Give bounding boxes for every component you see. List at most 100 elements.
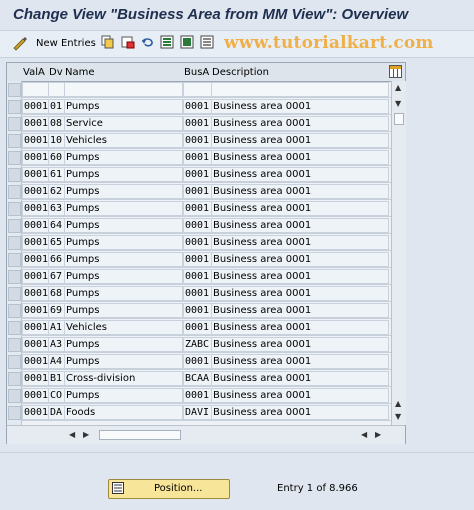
scroll-up-icon[interactable]: ▲ [395, 83, 401, 92]
display-change-icon[interactable] [12, 35, 28, 51]
table-cell[interactable]: 0001 [24, 251, 48, 268]
table-cell[interactable]: 0001 [24, 183, 48, 200]
table-cell[interactable] [24, 81, 48, 98]
position-button[interactable]: Position... [108, 479, 230, 499]
table-row[interactable]: 0001 64 Pumps 0001 Business area 0001 [7, 217, 391, 234]
row-selector[interactable] [8, 270, 21, 284]
table-row[interactable]: 0001 63 Pumps 0001 Business area 0001 [7, 200, 391, 217]
table-cell[interactable]: Pumps [66, 183, 182, 200]
table-cell[interactable]: 0001 [185, 285, 211, 302]
table-cell[interactable]: 61 [50, 166, 64, 183]
table-cell[interactable]: 0001 [185, 387, 211, 404]
table-cell[interactable]: Business area 0001 [213, 200, 387, 217]
row-selector[interactable] [8, 338, 21, 352]
table-row[interactable]: 0001 60 Pumps 0001 Business area 0001 [7, 149, 391, 166]
row-selector[interactable] [8, 389, 21, 403]
table-cell[interactable]: Pumps [66, 200, 182, 217]
table-cell[interactable]: 0001 [24, 387, 48, 404]
row-selector[interactable] [8, 185, 21, 199]
table-cell[interactable]: 0001 [24, 166, 48, 183]
table-cell[interactable]: 67 [50, 268, 64, 285]
table-cell[interactable]: Pumps [66, 387, 182, 404]
new-entries-button[interactable]: New Entries [36, 38, 96, 49]
table-row[interactable]: 0001 01 Pumps 0001 Business area 0001 [7, 98, 391, 115]
table-row[interactable]: 0001 A3 Pumps ZABC Business area 0001 [7, 336, 391, 353]
table-row[interactable]: 0001 61 Pumps 0001 Business area 0001 [7, 166, 391, 183]
row-selector[interactable] [8, 168, 21, 182]
table-cell[interactable]: 0001 [185, 166, 211, 183]
column-header-dv[interactable]: Dv [49, 67, 63, 78]
table-row[interactable]: 0001 DA Foods DAVI Business area 0001 [7, 404, 391, 421]
table-cell[interactable]: 0001 [185, 98, 211, 115]
table-cell[interactable]: 64 [50, 217, 64, 234]
table-cell[interactable]: Foods [66, 404, 182, 421]
table-cell[interactable]: 0001 [185, 251, 211, 268]
row-selector[interactable] [8, 117, 21, 131]
copy-as-icon[interactable] [101, 35, 115, 51]
table-cell[interactable]: Business area 0001 [213, 268, 387, 285]
table-cell[interactable]: 60 [50, 149, 64, 166]
table-cell[interactable]: 0001 [185, 234, 211, 251]
table-cell[interactable]: 0001 [185, 149, 211, 166]
row-selector[interactable] [8, 151, 21, 165]
table-cell[interactable]: 0001 [24, 234, 48, 251]
table-cell[interactable]: 0001 [24, 132, 48, 149]
row-selector[interactable] [8, 355, 21, 369]
table-cell[interactable] [50, 81, 64, 98]
table-cell[interactable]: 0001 [185, 132, 211, 149]
table-cell[interactable]: 0001 [185, 353, 211, 370]
table-cell[interactable]: 63 [50, 200, 64, 217]
table-cell[interactable]: Business area 0001 [213, 404, 387, 421]
table-cell[interactable]: 0001 [185, 268, 211, 285]
table-cell[interactable]: Business area 0001 [213, 166, 387, 183]
vertical-scrollbar[interactable]: ▲ ▼ ▲ ▼ [391, 81, 406, 425]
table-cell[interactable]: Business area 0001 [213, 302, 387, 319]
column-header-vala[interactable]: ValA [23, 67, 45, 78]
table-row[interactable]: 0001 08 Service 0001 Business area 0001 [7, 115, 391, 132]
table-cell[interactable]: Business area 0001 [213, 336, 387, 353]
table-row[interactable]: 0001 67 Pumps 0001 Business area 0001 [7, 268, 391, 285]
table-cell[interactable]: Pumps [66, 217, 182, 234]
table-row[interactable]: 0001 A4 Pumps 0001 Business area 0001 [7, 353, 391, 370]
table-cell[interactable]: DAVI [185, 404, 211, 421]
scroll-right-end-icon[interactable]: ▶ [375, 430, 381, 439]
table-cell[interactable]: Pumps [66, 166, 182, 183]
table-cell[interactable]: Pumps [66, 98, 182, 115]
table-row[interactable]: 0001 B1 Cross-division BCAA Business area 00… [7, 370, 391, 387]
table-row[interactable]: 0001 A1 Vehicles 0001 Business area 0001 [7, 319, 391, 336]
table-cell[interactable]: 0001 [24, 302, 48, 319]
deselect-all-icon[interactable] [200, 35, 214, 51]
table-row[interactable]: 0001 10 Vehicles 0001 Business area 0001 [7, 132, 391, 149]
table-cell[interactable]: Pumps [66, 353, 182, 370]
table-row-empty[interactable] [7, 81, 391, 98]
table-cell[interactable]: Vehicles [66, 319, 182, 336]
table-cell[interactable]: 0001 [24, 404, 48, 421]
table-cell[interactable]: Business area 0001 [213, 387, 387, 404]
row-selector[interactable] [8, 253, 21, 267]
table-cell[interactable]: 0001 [24, 353, 48, 370]
delete-icon[interactable] [121, 35, 135, 51]
select-block-icon[interactable] [180, 35, 194, 51]
table-cell[interactable]: Business area 0001 [213, 370, 387, 387]
table-cell[interactable]: Business area 0001 [213, 353, 387, 370]
table-cell[interactable]: DA [50, 404, 64, 421]
table-cell[interactable]: 0001 [24, 217, 48, 234]
row-selector[interactable] [8, 100, 21, 114]
table-cell[interactable]: Pumps [66, 285, 182, 302]
table-cell[interactable]: ZABC [185, 336, 211, 353]
table-cell[interactable]: Pumps [66, 302, 182, 319]
horizontal-scrollbar[interactable]: ◀ ▶ ◀ ▶ [7, 425, 405, 444]
column-header-name[interactable]: Name [65, 67, 95, 78]
column-header-busa[interactable]: BusA [184, 67, 209, 78]
table-cell[interactable]: A3 [50, 336, 64, 353]
table-cell[interactable]: 0001 [24, 336, 48, 353]
table-cell[interactable]: Business area 0001 [213, 217, 387, 234]
table-cell[interactable]: 0001 [185, 319, 211, 336]
table-cell[interactable]: Business area 0001 [213, 149, 387, 166]
row-selector[interactable] [8, 321, 21, 335]
scroll-left-end-icon[interactable]: ◀ [361, 430, 367, 439]
table-cell[interactable]: 0001 [185, 183, 211, 200]
row-selector[interactable] [8, 287, 21, 301]
table-cell[interactable]: 08 [50, 115, 64, 132]
row-selector[interactable] [8, 219, 21, 233]
